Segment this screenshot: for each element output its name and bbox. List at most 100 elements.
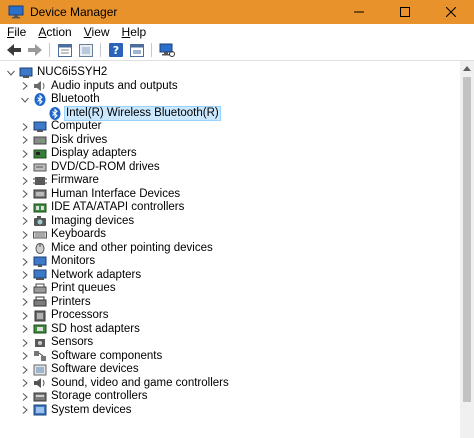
forward-icon[interactable] bbox=[25, 41, 45, 59]
tree-category[interactable]: Sound, video and game controllers bbox=[20, 377, 230, 391]
bluetooth-icon bbox=[33, 93, 47, 107]
scroll-up-icon[interactable] bbox=[460, 61, 474, 75]
chevron-right-icon[interactable] bbox=[20, 134, 30, 147]
audio-icon bbox=[33, 80, 47, 93]
chevron-down-icon[interactable] bbox=[6, 66, 16, 79]
tree-item-label: Disk drives bbox=[51, 133, 108, 146]
chevron-right-icon[interactable] bbox=[20, 323, 30, 336]
storage-controller-icon bbox=[33, 390, 47, 403]
chevron-right-icon[interactable] bbox=[20, 282, 30, 295]
properties-icon[interactable] bbox=[55, 41, 75, 59]
chevron-right-icon[interactable] bbox=[20, 377, 30, 390]
toolbar: ? bbox=[0, 40, 474, 61]
tree-item-label: Sensors bbox=[51, 336, 94, 349]
chevron-right-icon[interactable] bbox=[20, 269, 30, 282]
back-icon[interactable] bbox=[4, 41, 24, 59]
show-hidden-icon[interactable] bbox=[76, 41, 96, 59]
menu-file[interactable]: File bbox=[2, 25, 31, 39]
chevron-right-icon[interactable] bbox=[20, 147, 30, 160]
tree-category[interactable]: Computer bbox=[20, 120, 103, 134]
tree-category[interactable]: Monitors bbox=[20, 255, 96, 269]
chevron-right-icon[interactable] bbox=[20, 309, 30, 322]
print-queue-icon bbox=[33, 282, 47, 295]
tree-category[interactable]: SD host adapters bbox=[20, 323, 141, 337]
processor-icon bbox=[33, 309, 47, 322]
tree-root[interactable]: NUC6i5SYH2 bbox=[6, 66, 108, 80]
chevron-right-icon[interactable] bbox=[20, 188, 30, 201]
tree-category[interactable]: Bluetooth bbox=[20, 93, 101, 107]
chevron-right-icon[interactable] bbox=[20, 80, 30, 93]
chevron-right-icon[interactable] bbox=[20, 174, 30, 187]
tree-category[interactable]: Display adapters bbox=[20, 147, 138, 161]
hid-icon bbox=[33, 188, 47, 201]
scan-changes-icon[interactable] bbox=[157, 41, 177, 59]
tree-category[interactable]: Print queues bbox=[20, 282, 117, 296]
tree-category[interactable]: Sensors bbox=[20, 336, 94, 350]
tree-category[interactable]: Human Interface Devices bbox=[20, 188, 181, 202]
chevron-right-icon[interactable] bbox=[20, 242, 30, 255]
device-manager-icon bbox=[8, 4, 24, 20]
tree-category[interactable]: Software devices bbox=[20, 363, 140, 377]
close-button[interactable] bbox=[428, 0, 474, 24]
chevron-right-icon[interactable] bbox=[20, 296, 30, 309]
tree-item-label: Storage controllers bbox=[51, 390, 148, 403]
tree-category[interactable]: Imaging devices bbox=[20, 215, 135, 229]
menu-bar: File Action View Help bbox=[0, 24, 474, 40]
chevron-right-icon[interactable] bbox=[20, 350, 30, 363]
tree-item-label: Intel(R) Wireless Bluetooth(R) bbox=[64, 105, 221, 121]
tree-category[interactable]: Keyboards bbox=[20, 228, 107, 242]
chevron-right-icon[interactable] bbox=[20, 390, 30, 403]
chevron-right-icon[interactable] bbox=[20, 363, 30, 376]
tree-category[interactable]: Software components bbox=[20, 350, 163, 364]
title-bar[interactable]: Device Manager bbox=[0, 0, 474, 24]
tree-item-label: Sound, video and game controllers bbox=[51, 376, 229, 389]
chevron-down-icon[interactable] bbox=[20, 93, 30, 106]
chevron-right-icon[interactable] bbox=[20, 201, 30, 214]
tree-category[interactable]: Printers bbox=[20, 296, 92, 310]
scroll-thumb[interactable] bbox=[463, 77, 471, 402]
chevron-right-icon[interactable] bbox=[20, 336, 30, 349]
update-driver-icon[interactable] bbox=[127, 41, 147, 59]
tree-item-label: Keyboards bbox=[51, 228, 106, 241]
tree-device[interactable]: Intel(R) Wireless Bluetooth(R) bbox=[48, 105, 221, 121]
keyboard-icon bbox=[33, 228, 47, 241]
maximize-button[interactable] bbox=[382, 0, 428, 24]
mouse-icon bbox=[33, 242, 47, 255]
chevron-right-icon[interactable] bbox=[20, 161, 30, 174]
toolbar-separator bbox=[49, 43, 50, 57]
computer-icon bbox=[33, 120, 47, 133]
vertical-scrollbar[interactable] bbox=[460, 61, 474, 438]
chevron-right-icon[interactable] bbox=[20, 120, 30, 133]
chevron-right-icon[interactable] bbox=[20, 255, 30, 268]
help-icon[interactable]: ? bbox=[106, 41, 126, 59]
tree-category[interactable]: Processors bbox=[20, 309, 110, 323]
tree-category[interactable]: Firmware bbox=[20, 174, 100, 188]
sensor-icon bbox=[33, 336, 47, 349]
tree-item-label: Imaging devices bbox=[51, 214, 135, 227]
tree-item-label: Audio inputs and outputs bbox=[51, 79, 178, 92]
menu-help[interactable]: Help bbox=[117, 25, 152, 39]
tree-item-label: DVD/CD-ROM drives bbox=[51, 160, 160, 173]
display-adapter-icon bbox=[33, 147, 47, 160]
tree-category[interactable]: IDE ATA/ATAPI controllers bbox=[20, 201, 185, 215]
tree-item-label: Monitors bbox=[51, 255, 96, 268]
menu-view[interactable]: View bbox=[79, 25, 115, 39]
tree-category[interactable]: Mice and other pointing devices bbox=[20, 242, 214, 256]
svg-text:?: ? bbox=[113, 44, 119, 57]
tree-category[interactable]: System devices bbox=[20, 404, 133, 418]
minimize-button[interactable] bbox=[336, 0, 382, 24]
chevron-right-icon[interactable] bbox=[20, 404, 30, 417]
tree-category[interactable]: Audio inputs and outputs bbox=[20, 80, 179, 94]
tree-item-label: Network adapters bbox=[51, 268, 142, 281]
monitor-icon bbox=[33, 255, 47, 268]
device-tree[interactable]: NUC6i5SYH2 Audio inputs and outputs Blueto… bbox=[0, 61, 460, 438]
chevron-right-icon[interactable] bbox=[20, 215, 30, 228]
tree-category[interactable]: DVD/CD-ROM drives bbox=[20, 161, 161, 175]
tree-category[interactable]: Network adapters bbox=[20, 269, 142, 283]
tree-category[interactable]: Disk drives bbox=[20, 134, 108, 148]
tree-category[interactable]: Storage controllers bbox=[20, 390, 149, 404]
tree-item-label: Firmware bbox=[51, 174, 99, 187]
tree-item-label: Printers bbox=[51, 295, 91, 308]
menu-action[interactable]: Action bbox=[33, 25, 76, 39]
chevron-right-icon[interactable] bbox=[20, 228, 30, 241]
